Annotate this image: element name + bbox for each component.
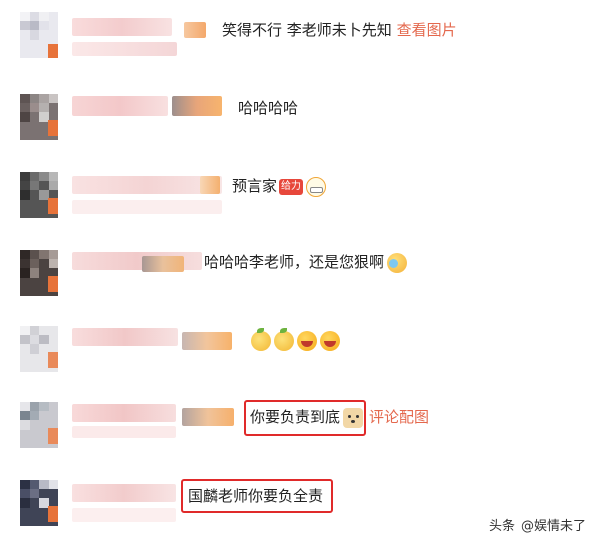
- comment-text: 笑得不行 李老师未卜先知 查看图片: [222, 20, 457, 40]
- username-blur[interactable]: [72, 484, 176, 502]
- comment-row: 预言家 给力: [0, 168, 600, 234]
- username-blur[interactable]: [72, 328, 178, 346]
- laugh-cry-emoji-icon: [387, 252, 408, 273]
- comment-body: 笑得不行 李老师未卜先知: [222, 21, 392, 39]
- highlight-box: [181, 479, 333, 513]
- laugh-emoji-icon: [320, 330, 340, 351]
- avatar-accent: [48, 120, 58, 136]
- badge-blur: [184, 22, 206, 38]
- view-image-link[interactable]: 查看图片: [397, 21, 457, 39]
- username-blur: [72, 42, 177, 56]
- comment-text: 预言家 给力: [232, 176, 327, 197]
- comment-body: 哈哈哈哈: [238, 99, 299, 117]
- comment-image-link[interactable]: 评论配图: [369, 408, 429, 426]
- comment-row: [0, 322, 600, 388]
- laugh-emoji-icon: [297, 330, 317, 351]
- comment-body: 哈哈哈李老师，还是您狠啊: [204, 253, 385, 271]
- highlight-box: [244, 400, 366, 436]
- avatar-accent: [48, 428, 58, 444]
- grin-emoji-icon: [306, 176, 327, 197]
- comment-body: 预言家: [232, 177, 278, 195]
- avatar-accent: [48, 352, 58, 368]
- username-blur: [72, 200, 222, 214]
- comment-row: 笑得不行 李老师未卜先知 查看图片: [0, 8, 600, 74]
- watermark-prefix: 头条: [488, 519, 515, 534]
- geili-sticker: 给力: [279, 178, 304, 195]
- comment-row: 哈哈哈李老师，还是您狠啊: [0, 246, 600, 312]
- comment-text: [248, 327, 340, 351]
- badge-blur: [182, 408, 234, 426]
- username-blur: [72, 508, 176, 522]
- watermark: 头条 @娱情未了: [489, 515, 586, 534]
- mango-emoji-icon: [274, 327, 294, 351]
- comment-row: 哈哈哈哈: [0, 90, 600, 156]
- comment-text: 哈哈哈李老师，还是您狠啊: [204, 252, 408, 273]
- watermark-handle: @娱情未了: [520, 519, 586, 534]
- avatar-accent: [48, 44, 58, 58]
- username-blur[interactable]: [72, 18, 172, 36]
- username-blur[interactable]: [72, 96, 168, 116]
- username-blur[interactable]: [72, 404, 176, 422]
- badge-blur: [172, 96, 222, 116]
- comment-row: 你要负责到底 评论配图: [0, 398, 600, 464]
- comment-text: 哈哈哈哈: [238, 98, 298, 118]
- avatar-accent: [48, 276, 58, 292]
- badge-blur: [142, 256, 184, 272]
- username-blur: [72, 426, 176, 438]
- badge-blur: [200, 176, 220, 194]
- avatar-accent: [48, 506, 58, 522]
- mango-emoji-icon: [251, 327, 271, 351]
- badge-blur: [182, 332, 232, 350]
- avatar-accent: [48, 198, 58, 214]
